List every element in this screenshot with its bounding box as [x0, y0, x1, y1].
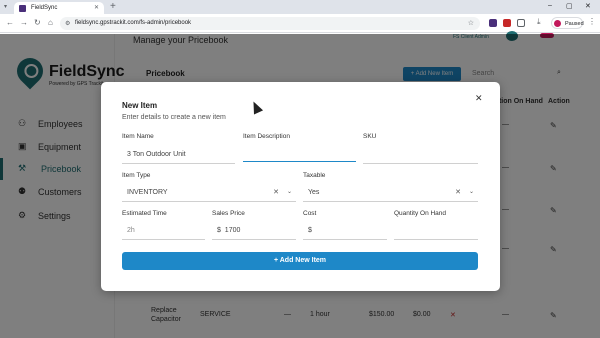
add-new-item-submit-button[interactable]: + Add New Item — [122, 252, 478, 270]
clear-icon[interactable]: ✕ — [455, 188, 461, 196]
profile-status: Paused — [565, 21, 584, 27]
close-tab-icon[interactable]: ✕ — [94, 4, 99, 11]
fieldsync-favicon-icon — [19, 5, 26, 12]
extensions-puzzle-icon[interactable] — [517, 19, 525, 27]
clear-icon[interactable]: ✕ — [273, 188, 279, 196]
estimated-time-placeholder: 2h — [127, 227, 135, 234]
url-field[interactable]: ⚙ fieldsync.gpstrackit.com/fs-admin/pric… — [60, 17, 480, 30]
item-description-field[interactable] — [243, 143, 356, 162]
item-name-field[interactable]: 3 Ton Outdoor Unit — [122, 145, 235, 164]
sku-field[interactable] — [363, 145, 478, 164]
estimated-time-label: Estimated Time — [122, 210, 167, 217]
new-item-dialog: ✕ New Item Enter details to create a new… — [101, 82, 500, 291]
new-tab-icon[interactable]: + — [110, 1, 116, 13]
sales-price-field[interactable]: $ 1700 — [212, 221, 296, 240]
taxable-select[interactable]: Yes ✕ ⌄ — [303, 183, 478, 202]
quantity-on-hand-label: Quantity On Hand — [394, 210, 447, 217]
item-name-label: Item Name — [122, 133, 154, 140]
sku-label: SKU — [363, 133, 377, 140]
minimize-icon[interactable]: – — [548, 2, 552, 9]
item-type-label: Item Type — [122, 172, 151, 179]
dialog-title: New Item — [122, 101, 158, 110]
currency-prefix: $ — [308, 227, 312, 234]
browser-tab-bar: ▾ FieldSync ✕ + – ▢ ✕ — [0, 0, 600, 14]
bookmark-star-icon[interactable]: ☆ — [468, 19, 474, 27]
home-icon[interactable]: ⌂ — [48, 18, 53, 27]
chevron-down-icon[interactable]: ⌄ — [287, 188, 292, 195]
download-icon[interactable]: ⤓ — [537, 17, 541, 27]
extension-red-icon[interactable] — [503, 19, 511, 27]
forward-icon[interactable]: → — [20, 18, 28, 27]
item-type-value: INVENTORY — [127, 189, 168, 196]
url-text: fieldsync.gpstrackit.com/fs-admin/priceb… — [75, 20, 192, 26]
browser-menu-icon[interactable]: ⋮ — [588, 17, 596, 26]
estimated-time-field[interactable]: 2h — [122, 221, 205, 240]
sales-price-value: 1700 — [224, 227, 241, 234]
window-close-icon[interactable]: ✕ — [585, 2, 591, 10]
item-description-label: Item Description — [243, 133, 290, 140]
browser-tab[interactable]: FieldSync ✕ — [14, 2, 104, 14]
back-icon[interactable]: ← — [6, 18, 14, 27]
maximize-icon[interactable]: ▢ — [566, 2, 573, 10]
chevron-down-icon[interactable]: ⌄ — [469, 188, 474, 195]
profile-avatar — [554, 20, 561, 27]
item-type-select[interactable]: INVENTORY ✕ ⌄ — [122, 183, 296, 202]
close-icon[interactable]: ✕ — [475, 93, 483, 104]
taxable-value: Yes — [308, 189, 320, 196]
profile-button[interactable]: Paused — [551, 17, 584, 29]
site-info-icon[interactable]: ⚙ — [65, 20, 70, 27]
cost-field[interactable]: $ — [303, 221, 387, 240]
taxable-label: Taxable — [303, 172, 326, 179]
sales-price-label: Sales Price — [212, 210, 245, 217]
cost-label: Cost — [303, 210, 317, 217]
extension-icon[interactable] — [489, 19, 497, 27]
item-name-value: 3 Ton Outdoor Unit — [127, 151, 186, 158]
tab-search-icon[interactable]: ▾ — [4, 3, 7, 10]
quantity-on-hand-field[interactable] — [394, 221, 478, 240]
dialog-subtitle: Enter details to create a new item — [122, 114, 226, 121]
currency-prefix: $ — [217, 227, 221, 234]
tab-title: FieldSync — [31, 5, 58, 11]
reload-icon[interactable]: ↻ — [34, 18, 41, 27]
